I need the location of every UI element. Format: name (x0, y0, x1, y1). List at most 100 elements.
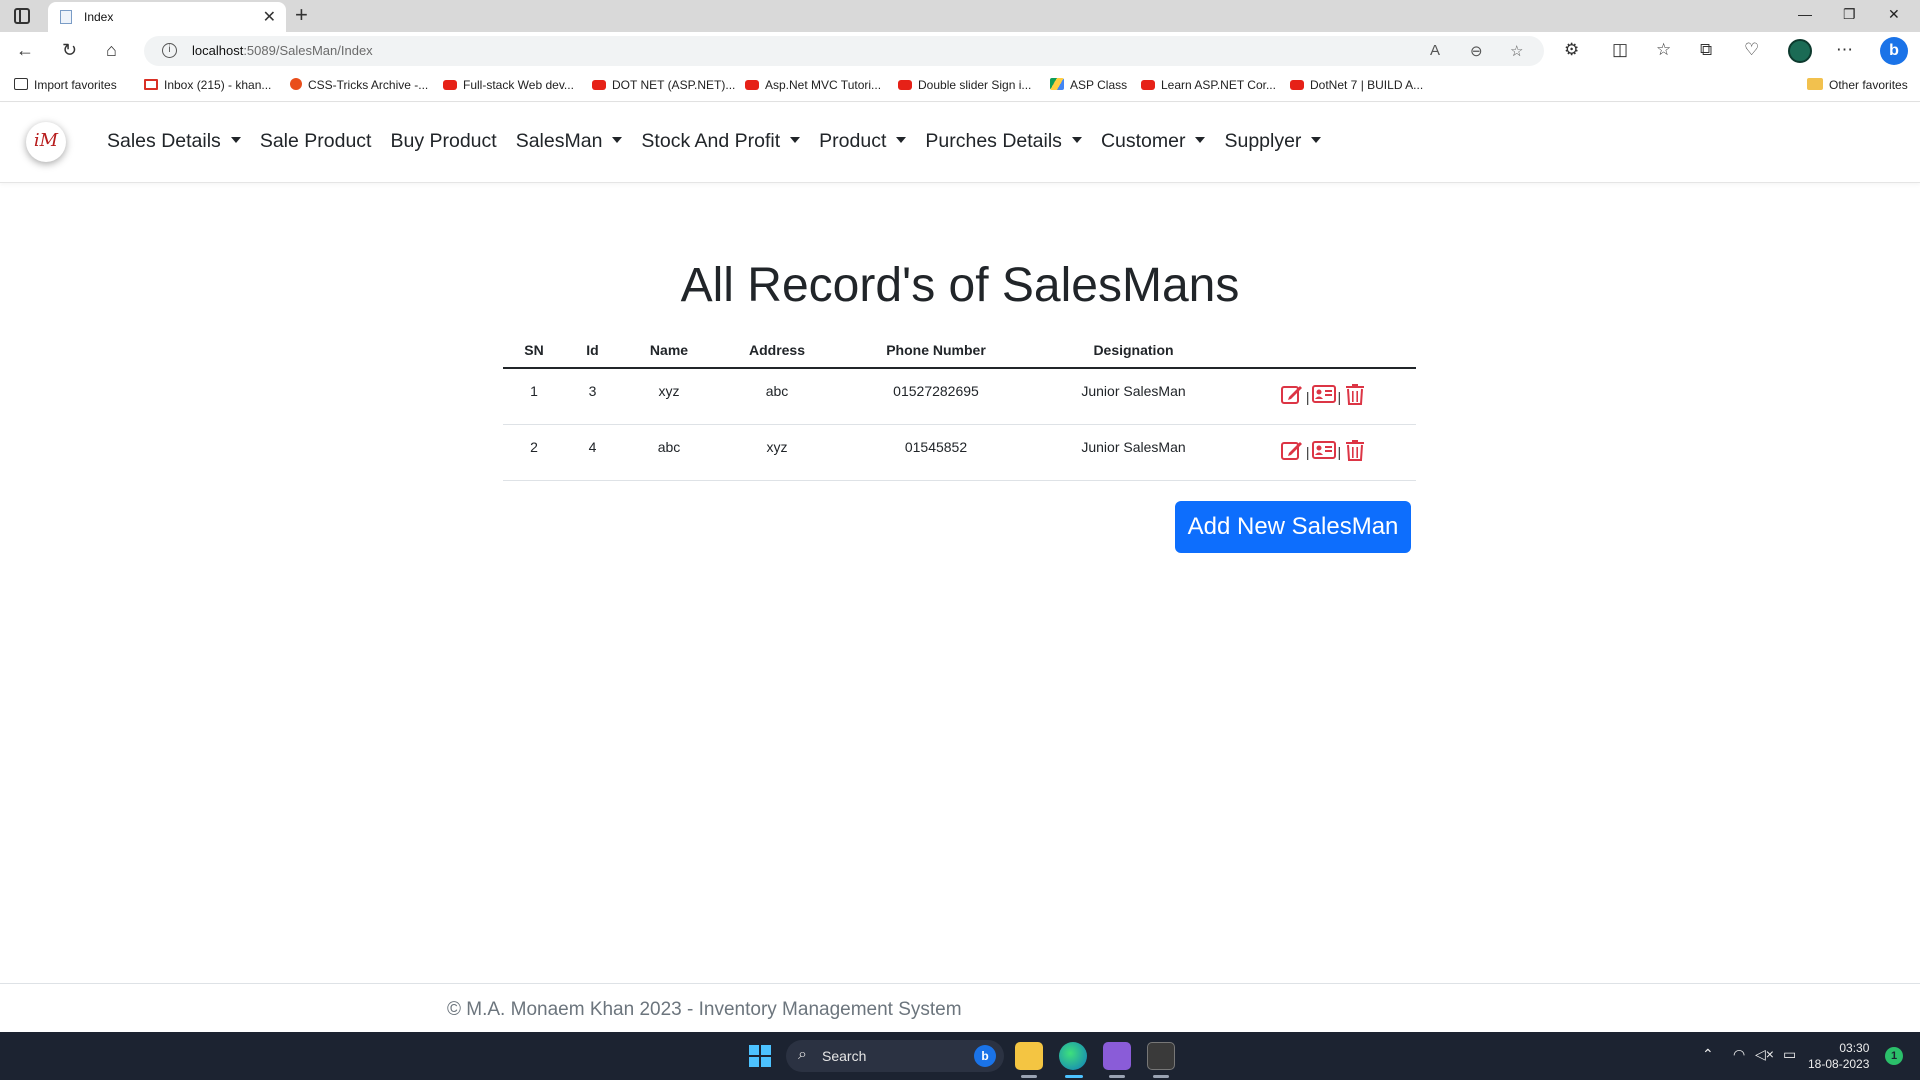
caret-down-icon (896, 137, 907, 143)
table-header-row: SN Id Name Address Phone Number Designat… (503, 332, 1416, 369)
app-running-indicator (1153, 1075, 1169, 1078)
cell-name: abc (620, 424, 718, 481)
youtube-icon (745, 80, 759, 90)
action-separator: | (1305, 388, 1310, 405)
favorite-dotnet7[interactable]: DotNet 7 | BUILD A... (1290, 78, 1423, 92)
collections-icon[interactable]: ⧉ (1700, 40, 1712, 60)
clock-date: 18-08-2023 (1808, 1057, 1870, 1071)
favorite-double-slider[interactable]: Double slider Sign i... (898, 78, 1031, 92)
cell-phone: 01527282695 (836, 368, 1036, 425)
windows-start-icon[interactable] (749, 1045, 771, 1067)
nav-salesman[interactable]: SalesMan (516, 130, 623, 153)
gmail-icon (144, 79, 158, 90)
caret-down-icon (612, 137, 623, 143)
add-new-salesman-button[interactable]: Add New SalesMan (1175, 501, 1411, 553)
folder-icon (1807, 78, 1823, 90)
column-header-address: Address (718, 332, 836, 369)
nav-supplyer[interactable]: Supplyer (1224, 130, 1322, 153)
browser-essentials-icon[interactable]: ♡ (1744, 40, 1759, 60)
url-text[interactable]: localhost:5089/SalesMan/Index (192, 43, 373, 58)
show-hidden-icons-chevron-icon[interactable]: ⌃ (1702, 1046, 1714, 1063)
bing-icon[interactable]: b (974, 1045, 996, 1067)
windows-taskbar: ⌕ Search b ⌃ ◠ ◁× ▭ 03:30 18-08-2023 1 (0, 1032, 1920, 1080)
nav-product[interactable]: Product (819, 130, 907, 153)
tab-actions-icon[interactable] (14, 8, 30, 24)
favorite-gmail[interactable]: Inbox (215) - khan... (144, 78, 271, 92)
terminal-icon[interactable] (1147, 1042, 1175, 1070)
notification-badge[interactable]: 1 (1885, 1047, 1903, 1065)
zoom-icon[interactable]: ⊖ (1470, 42, 1483, 60)
search-icon: ⌕ (798, 1046, 807, 1063)
read-aloud-icon[interactable]: A (1430, 42, 1440, 59)
close-tab-icon[interactable]: ✕ (263, 7, 276, 27)
salesman-table: SN Id Name Address Phone Number Designat… (503, 332, 1416, 481)
bing-copilot-icon[interactable]: b (1880, 37, 1908, 65)
home-icon[interactable]: ⌂ (106, 40, 117, 61)
site-info-icon[interactable]: i (162, 43, 177, 58)
column-header-name: Name (620, 332, 718, 369)
battery-icon[interactable]: ▭ (1783, 1046, 1796, 1063)
site-logo[interactable]: iM (26, 122, 66, 162)
favorite-aspnet-mvc[interactable]: Asp.Net MVC Tutori... (745, 78, 881, 92)
edit-icon[interactable] (1280, 439, 1304, 461)
new-tab-button[interactable]: + (295, 2, 308, 28)
footer-copyright: © M.A. Monaem Khan 2023 - Inventory Mana… (447, 999, 962, 1020)
cell-actions: | | (1231, 368, 1416, 425)
caret-down-icon (1071, 137, 1082, 143)
nav-buy-product[interactable]: Buy Product (390, 130, 496, 153)
drive-icon (1050, 78, 1064, 90)
close-window-icon[interactable]: ✕ (1888, 6, 1900, 23)
edit-icon[interactable] (1280, 383, 1304, 405)
favorite-learn-aspnet[interactable]: Learn ASP.NET Cor... (1141, 78, 1276, 92)
more-menu-icon[interactable]: ⋯ (1836, 40, 1853, 60)
delete-trash-icon[interactable] (1343, 383, 1367, 405)
page-icon (60, 10, 72, 24)
address-bar[interactable]: i localhost:5089/SalesMan/Index A ⊖ ☆ (144, 36, 1544, 66)
nav-customer[interactable]: Customer (1101, 130, 1206, 153)
favorite-star-icon[interactable]: ☆ (1510, 42, 1523, 60)
favorite-asp-class[interactable]: ASP Class (1050, 78, 1127, 92)
app-running-indicator (1021, 1075, 1037, 1078)
youtube-icon (592, 80, 606, 90)
import-icon (14, 78, 28, 90)
caret-down-icon (230, 137, 241, 143)
profile-avatar[interactable] (1788, 39, 1812, 63)
split-screen-icon[interactable]: ◫ (1612, 40, 1628, 60)
cell-id: 4 (565, 424, 620, 481)
wifi-icon[interactable]: ◠ (1733, 1046, 1745, 1063)
nav-sale-product[interactable]: Sale Product (260, 130, 372, 153)
volume-muted-icon[interactable]: ◁× (1755, 1046, 1774, 1063)
favorites-icon[interactable]: ☆ (1656, 40, 1671, 60)
nav-sales-details[interactable]: Sales Details (107, 130, 241, 153)
favorites-bar: Import favorites Inbox (215) - khan... C… (0, 70, 1920, 102)
details-card-icon[interactable] (1311, 383, 1336, 405)
column-header-sn: SN (503, 332, 565, 369)
browser-tab[interactable]: Index ✕ (48, 2, 286, 32)
caret-down-icon (1195, 137, 1206, 143)
refresh-icon[interactable]: ↻ (62, 40, 77, 61)
youtube-icon (1141, 80, 1155, 90)
youtube-icon (443, 80, 457, 90)
delete-trash-icon[interactable] (1343, 439, 1367, 461)
table-row: 1 3 xyz abc 01527282695 Junior SalesMan … (503, 368, 1416, 425)
main-menu: Sales Details Sale Product Buy Product S… (107, 130, 1340, 153)
favorite-dotnet[interactable]: DOT NET (ASP.NET)... (592, 78, 735, 92)
back-icon[interactable]: ← (16, 40, 34, 61)
extensions-icon[interactable]: ⚙ (1564, 40, 1579, 60)
caret-down-icon (790, 137, 801, 143)
taskbar-clock[interactable]: 03:30 18-08-2023 (1808, 1040, 1869, 1072)
nav-purches-details[interactable]: Purches Details (925, 130, 1082, 153)
restore-icon[interactable]: ❐ (1843, 6, 1856, 23)
other-favorites[interactable]: Other favorites (1807, 78, 1908, 92)
visual-studio-icon[interactable] (1103, 1042, 1131, 1070)
taskbar-search[interactable]: ⌕ Search b (786, 1040, 1004, 1072)
favorite-import[interactable]: Import favorites (14, 78, 117, 92)
file-explorer-icon[interactable] (1015, 1042, 1043, 1070)
edge-browser-icon[interactable] (1059, 1042, 1087, 1070)
details-card-icon[interactable] (1311, 439, 1336, 461)
favorite-fullstack[interactable]: Full-stack Web dev... (443, 78, 574, 92)
minimize-icon[interactable]: — (1798, 6, 1812, 22)
nav-stock-and-profit[interactable]: Stock And Profit (641, 130, 801, 153)
favorite-css-tricks[interactable]: CSS-Tricks Archive -... (290, 78, 428, 92)
column-header-actions (1231, 332, 1416, 369)
